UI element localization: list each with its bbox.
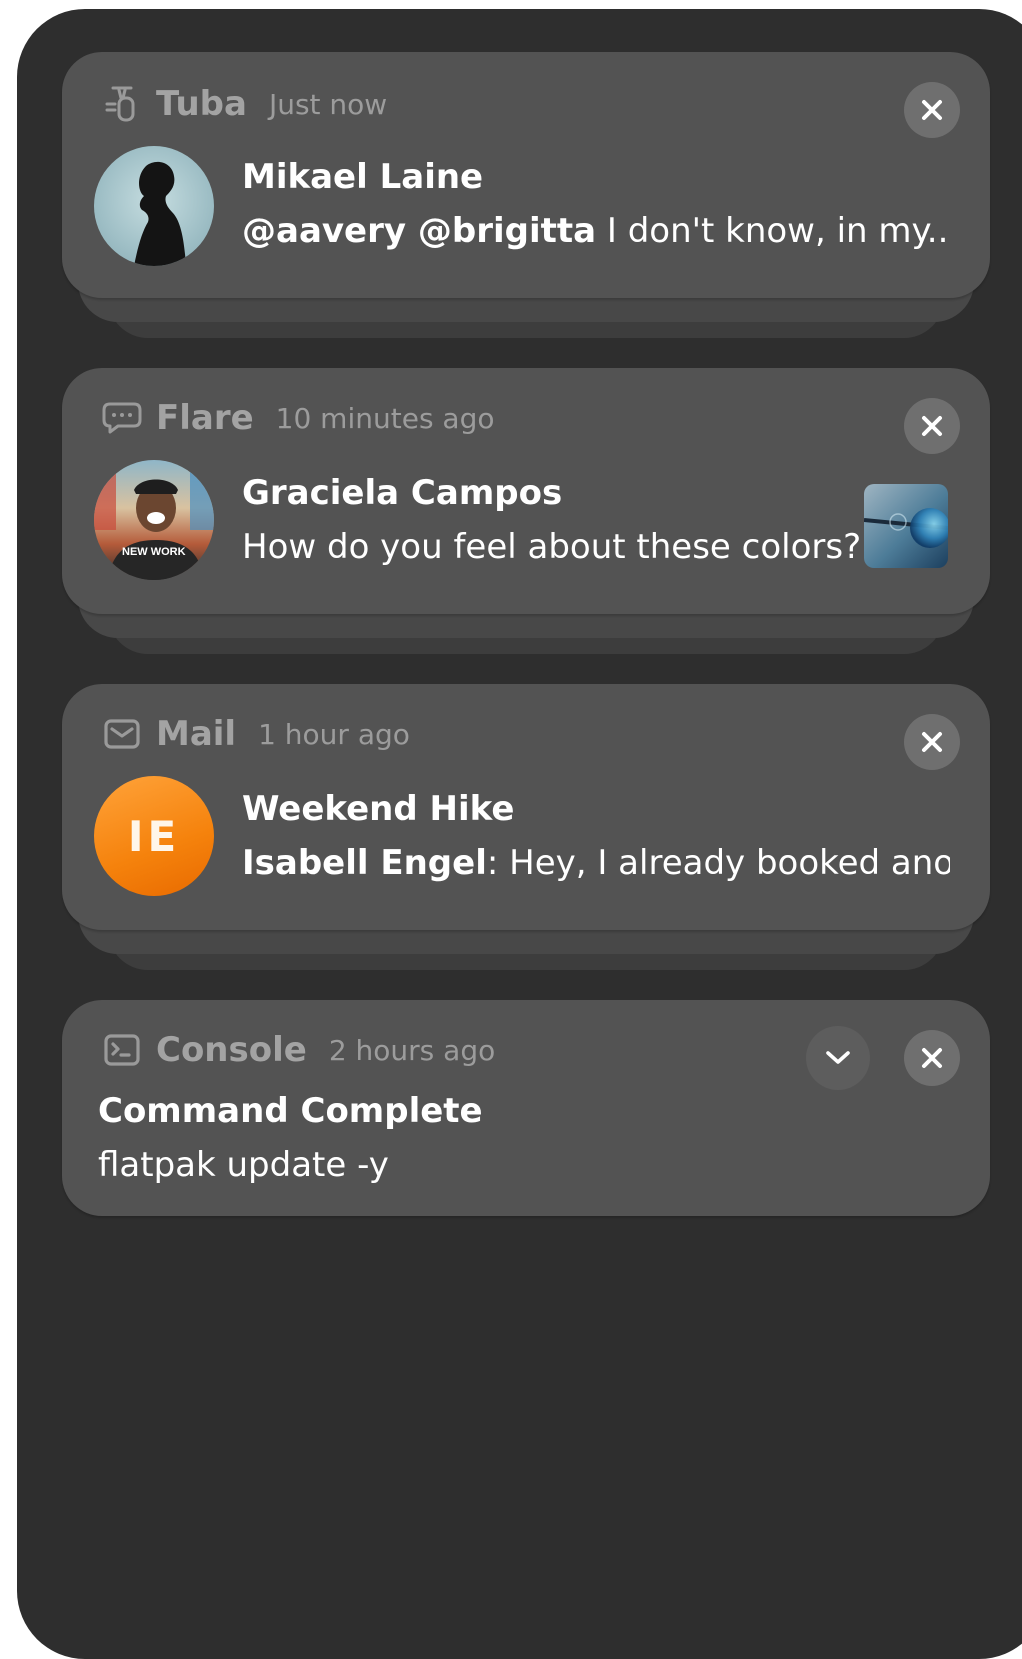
close-icon: [922, 416, 942, 436]
timestamp: Just now: [268, 87, 388, 121]
notification-group-tuba: Tuba Just now Mikael Laine @aavery @brig…: [62, 52, 990, 342]
timestamp: 2 hours ago: [328, 1033, 496, 1067]
notification-title: Weekend Hike: [242, 789, 515, 829]
notification-header: Flare 10 minutes ago: [102, 394, 495, 442]
avatar-shirt-text: NEW WORK: [122, 546, 186, 558]
avatar: NEW WORK: [94, 460, 214, 580]
app-name: Tuba: [156, 84, 247, 124]
avatar: [94, 146, 214, 266]
close-button[interactable]: [904, 82, 960, 138]
notification-group-flare: Flare 10 minutes ago NEW WORK Graciela C…: [62, 368, 990, 658]
notification-body: @aavery @brigitta I don't know, in my...: [242, 202, 950, 260]
notification-header: Tuba Just now: [102, 80, 387, 128]
avatar-portrait: [94, 460, 214, 580]
notification-body: Isabell Engel: Hey, I already booked ano…: [242, 834, 950, 892]
app-name: Flare: [156, 398, 254, 438]
body-text: I don't know, in my...: [596, 211, 950, 251]
notification-card[interactable]: Console 2 hours ago Command Complete fla…: [62, 1000, 990, 1216]
notification-title: Mikael Laine: [242, 157, 484, 197]
notification-content: Weekend Hike Isabell Engel: Hey, I alrea…: [242, 784, 950, 892]
app-name: Mail: [156, 714, 237, 754]
notification-group-mail: Mail 1 hour ago IE Weekend Hike Isabell …: [62, 684, 990, 974]
thumbnail-image: [864, 484, 948, 568]
body-sender: Isabell Engel: [242, 843, 487, 883]
notification-card[interactable]: Mail 1 hour ago IE Weekend Hike Isabell …: [62, 684, 990, 930]
attachment-thumbnail[interactable]: [864, 484, 948, 568]
terminal-icon: [102, 1030, 142, 1070]
notification-body: How do you feel about these colors?: [242, 527, 862, 567]
notification-content: Graciela Campos How do you feel about th…: [242, 468, 950, 576]
close-icon: [922, 1048, 942, 1068]
close-button[interactable]: [904, 1030, 960, 1086]
notification-card[interactable]: Tuba Just now Mikael Laine @aavery @brig…: [62, 52, 990, 298]
chat-bubble-icon: [102, 398, 142, 438]
notification-content: Mikael Laine @aavery @brigitta I don't k…: [242, 152, 950, 260]
close-button[interactable]: [904, 714, 960, 770]
close-icon: [922, 100, 942, 120]
timestamp: 1 hour ago: [258, 717, 410, 751]
mail-icon: [102, 714, 142, 754]
notification-body: flatpak update -y: [98, 1145, 389, 1185]
avatar-silhouette: [134, 161, 186, 266]
notification-card[interactable]: Flare 10 minutes ago NEW WORK Graciela C…: [62, 368, 990, 614]
body-text: : Hey, I already booked ano...: [486, 843, 950, 883]
notification-content: Command Complete flatpak update -y: [98, 1086, 950, 1194]
tuba-icon: [102, 84, 142, 124]
timestamp: 10 minutes ago: [275, 401, 495, 435]
notification-header: Mail 1 hour ago: [102, 710, 410, 758]
notification-title: Command Complete: [98, 1091, 483, 1131]
notification-group-console: Console 2 hours ago Command Complete fla…: [62, 1000, 990, 1220]
notification-header: Console 2 hours ago: [102, 1026, 495, 1074]
close-button[interactable]: [904, 398, 960, 454]
body-mentions: @aavery @brigitta: [242, 211, 597, 251]
notification-title: Graciela Campos: [242, 473, 563, 513]
avatar-initials: IE: [94, 776, 214, 896]
close-icon: [922, 732, 942, 752]
app-name: Console: [156, 1030, 307, 1070]
expand-button[interactable]: [806, 1026, 870, 1090]
chevron-down-icon: [826, 1051, 850, 1064]
